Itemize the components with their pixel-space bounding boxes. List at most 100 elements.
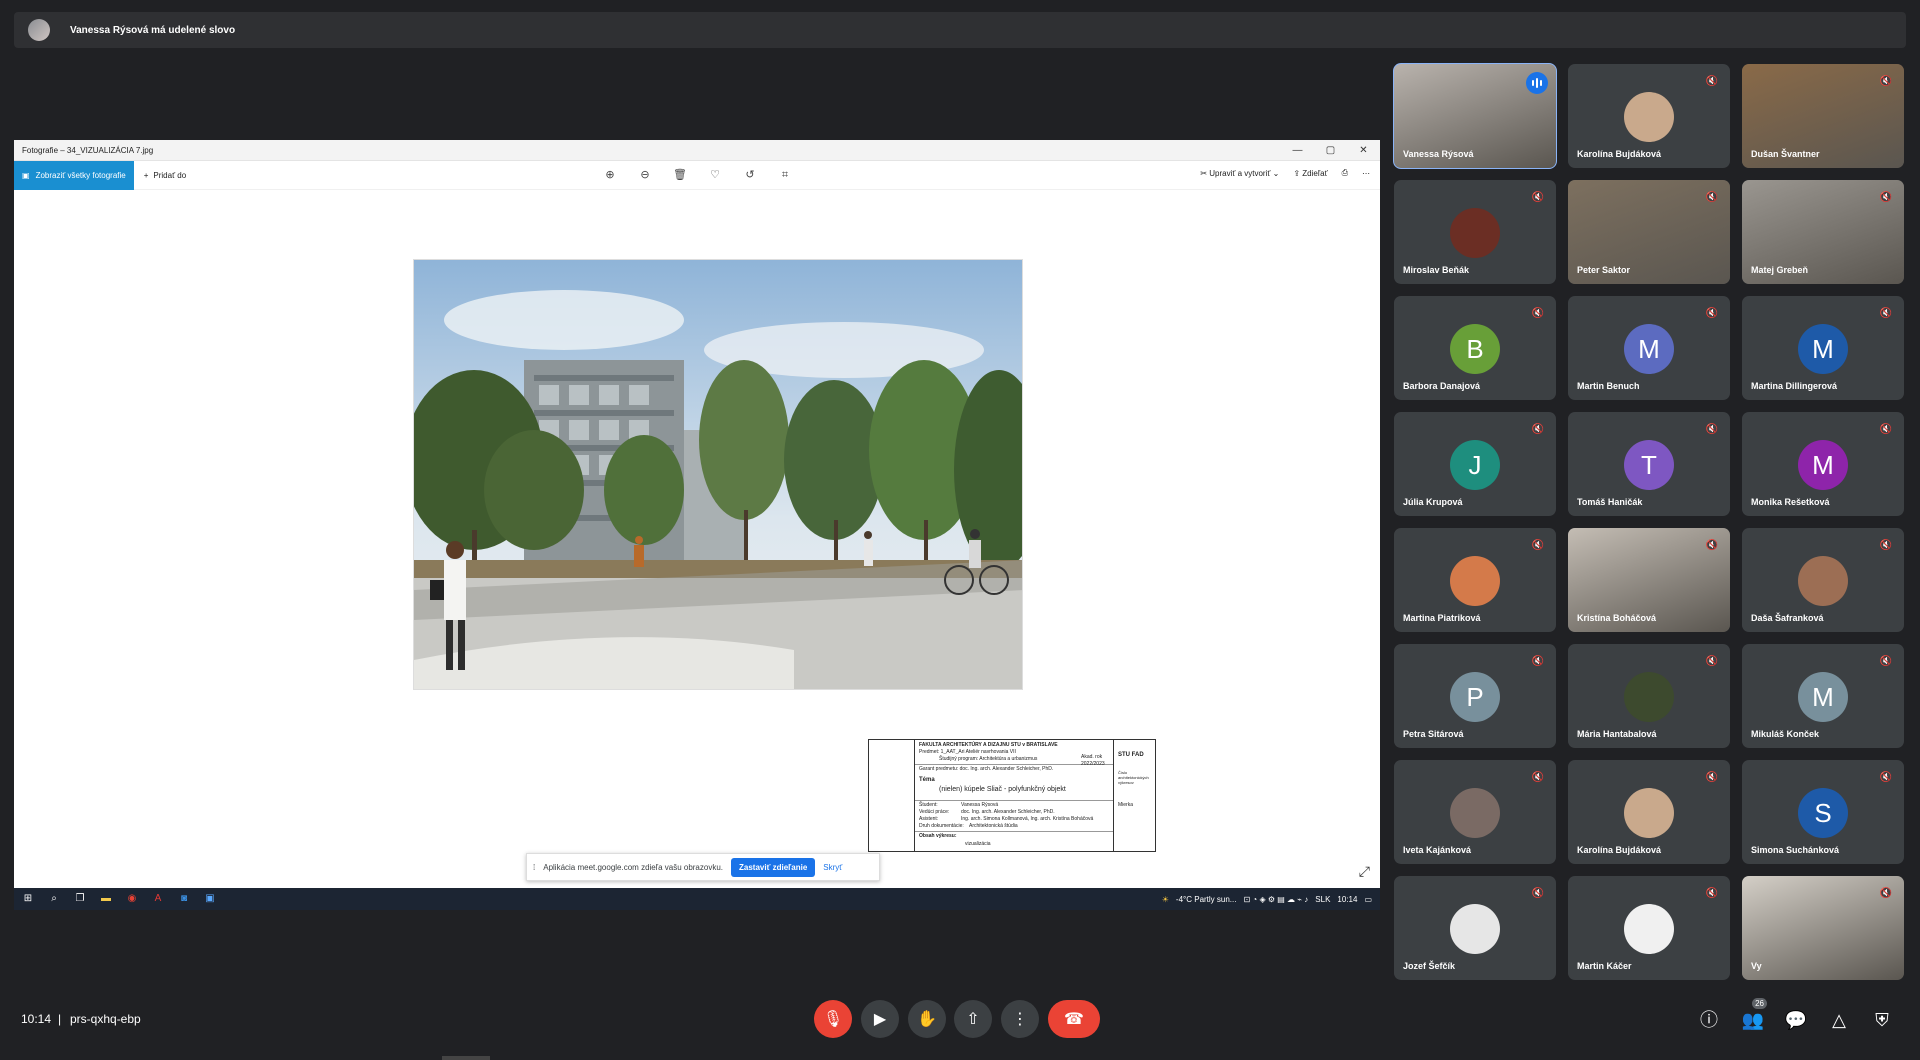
tb-student-label: Študent: <box>919 802 938 808</box>
participant-name: Vanessa Rýsová <box>1403 149 1474 159</box>
edit-create-label: Upraviť a vytvoriť <box>1209 168 1271 178</box>
hang-up-icon: ☎ <box>1064 1011 1084 1028</box>
participant-avatar <box>1624 904 1674 954</box>
participant-name: Martin Káčer <box>1577 961 1632 971</box>
stop-sharing-button[interactable]: Zastaviť zdieľanie <box>731 857 816 877</box>
participant-tile[interactable]: Vy 🔇 <box>1742 876 1904 980</box>
mic-muted-icon: 🔇 <box>1879 656 1893 667</box>
present-button[interactable]: ⇧ <box>954 1000 992 1038</box>
mic-muted-icon: 🔇 <box>1705 656 1719 667</box>
microphone-off-button[interactable]: 🎙 <box>814 1000 852 1038</box>
participant-tile[interactable]: Karolína Bujdáková 🔇 <box>1568 64 1730 168</box>
participant-tile[interactable]: T Tomáš Haničák 🔇 <box>1568 412 1730 516</box>
participant-tile[interactable]: S Simona Suchánková 🔇 <box>1742 760 1904 864</box>
participant-avatar <box>1450 904 1500 954</box>
meeting-code: prs-qxhq-ebp <box>70 1012 141 1026</box>
hide-notice-button[interactable]: Skryť <box>823 863 842 872</box>
people-icon[interactable]: 👥 26 <box>1741 998 1767 1032</box>
banner-text: Vanessa Rýsová má udelené slovo <box>70 24 236 36</box>
participant-tile[interactable]: P Petra Sitárová 🔇 <box>1394 644 1556 748</box>
scrollbar[interactable] <box>442 1056 490 1060</box>
participant-tile[interactable]: Martina Piatriková 🔇 <box>1394 528 1556 632</box>
fullscreen-icon[interactable]: ⤢ <box>1359 863 1370 880</box>
participant-tile[interactable]: Martin Káčer 🔇 <box>1568 876 1730 980</box>
participant-name: Martina Dillingerová <box>1751 381 1838 391</box>
more-options-button[interactable]: ⋮ <box>1001 1000 1039 1038</box>
tb-theme-label: Téma <box>919 777 935 783</box>
photos-toolbar: ▣ Zobraziť všetky fotografie + Pridať do… <box>14 160 1380 190</box>
weather-icon: ☀ <box>1161 894 1169 904</box>
participant-tile[interactable]: Matej Grebeň 🔇 <box>1742 180 1904 284</box>
participant-name: Barbora Danajová <box>1403 381 1481 391</box>
participant-tile[interactable]: Jozef Šefčík 🔇 <box>1394 876 1556 980</box>
crop-icon: ⌗ <box>781 169 789 181</box>
tb-lead-label: Vedúci práce: <box>919 809 950 815</box>
photos-window-title: Fotografie – 34_VIZUALIZÁCIA 7.jpg <box>22 145 154 155</box>
participant-tile[interactable]: M Martin Benuch 🔇 <box>1568 296 1730 400</box>
mic-muted-icon: 🔇 <box>1879 192 1893 203</box>
task-view-icon: ❐ <box>75 893 85 904</box>
participant-name: Kristína Boháčová <box>1577 613 1657 623</box>
photos-icon: ▣ <box>22 170 30 180</box>
participant-tile[interactable]: M Martina Dillingerová 🔇 <box>1742 296 1904 400</box>
leave-call-button[interactable]: ☎ <box>1048 1000 1100 1038</box>
participant-name: Vy <box>1751 961 1762 971</box>
participant-tile[interactable]: Dušan Švantner 🔇 <box>1742 64 1904 168</box>
host-controls-icon[interactable]: ⛨ <box>1870 1008 1894 1032</box>
scale-label: Mierka <box>1118 802 1134 808</box>
tb-theme: (nielen) kúpele Sliač - polyfunkčný obje… <box>939 786 1066 793</box>
mic-muted-icon: 🔇 <box>1705 76 1719 87</box>
participant-avatar: M <box>1798 324 1848 374</box>
participant-name: Karolína Bujdáková <box>1577 149 1662 159</box>
rotate-icon: ↺ <box>745 169 755 181</box>
mic-muted-icon: 🔇 <box>1531 192 1545 203</box>
participant-tile[interactable]: M Monika Rešetková 🔇 <box>1742 412 1904 516</box>
camera-button[interactable]: ▶ <box>861 1000 899 1038</box>
participant-name: Tomáš Haničák <box>1577 497 1643 507</box>
search-icon: ⌕ <box>51 893 57 904</box>
participant-tile[interactable]: B Barbora Danajová 🔇 <box>1394 296 1556 400</box>
mic-muted-icon: 🔇 <box>1705 772 1719 783</box>
participant-tile[interactable]: Karolína Bujdáková 🔇 <box>1568 760 1730 864</box>
participant-name: Peter Saktor <box>1577 265 1631 275</box>
participant-tile[interactable]: M Mikuláš Konček 🔇 <box>1742 644 1904 748</box>
participant-count: 26 <box>1752 998 1767 1009</box>
tb-guarantor: Garant predmetu: doc. Ing. arch. Alexand… <box>919 766 1054 772</box>
meeting-controls-bar: 10:14 | prs-qxhq-ebp 🎙 ▶ ✋ ⇧ ⋮ ☎ ⓘ 👥 26 💬… <box>0 998 1920 1040</box>
participant-tile[interactable]: Miroslav Beňák 🔇 <box>1394 180 1556 284</box>
file-explorer-icon: ▬ <box>101 893 111 904</box>
chat-icon[interactable]: 💬 <box>1784 1008 1808 1032</box>
participant-name: Petra Sitárová <box>1403 729 1464 739</box>
drag-handle-icon: ⁞ <box>533 862 536 872</box>
participant-tile[interactable]: Vanessa Rýsová <box>1393 63 1557 169</box>
add-to-button: + Pridať do <box>144 171 186 180</box>
mic-muted-icon: 🔇 <box>1879 772 1893 783</box>
zoom-in-icon: ⊕ <box>605 169 615 181</box>
participant-tile[interactable]: Peter Saktor 🔇 <box>1568 180 1730 284</box>
print-icon: ⎙ <box>1341 168 1348 177</box>
participant-avatar <box>1624 788 1674 838</box>
outlook-icon: ◙ <box>180 893 188 904</box>
activities-icon[interactable]: △ <box>1827 1008 1851 1032</box>
participant-tile[interactable]: Kristína Boháčová 🔇 <box>1568 528 1730 632</box>
participant-avatar: S <box>1798 788 1848 838</box>
photo-canvas: STU FAD Číslo architektonických výkresov… <box>14 190 1380 888</box>
meeting-info-icon[interactable]: ⓘ <box>1697 1008 1721 1032</box>
raise-hand-button[interactable]: ✋ <box>908 1000 946 1038</box>
weather-text: -4°C Partly sun... <box>1175 894 1237 904</box>
participant-tile[interactable]: Mária Hantabalová 🔇 <box>1568 644 1730 748</box>
participant-tile[interactable]: Iveta Kajánková 🔇 <box>1394 760 1556 864</box>
mic-muted-icon: 🔇 <box>1531 308 1545 319</box>
mic-muted-icon: 🔇 <box>1531 540 1545 551</box>
participant-name: Martina Piatriková <box>1403 613 1481 623</box>
mic-muted-icon: 🔇 <box>1705 192 1719 203</box>
participant-tile[interactable]: Daša Šafranková 🔇 <box>1742 528 1904 632</box>
participant-tile[interactable]: J Júlia Krupová 🔇 <box>1394 412 1556 516</box>
zoom-out-icon: ⊖ <box>640 169 650 181</box>
tb-student: Vanessa Rýsová <box>961 802 999 808</box>
taskbar-clock: 10:14 <box>1337 894 1358 904</box>
favorite-icon: ♡ <box>710 169 720 181</box>
mic-muted-icon: 🔇 <box>1705 888 1719 899</box>
more-icon: ⋯ <box>1362 168 1370 178</box>
mic-muted-icon: 🔇 <box>1705 424 1719 435</box>
